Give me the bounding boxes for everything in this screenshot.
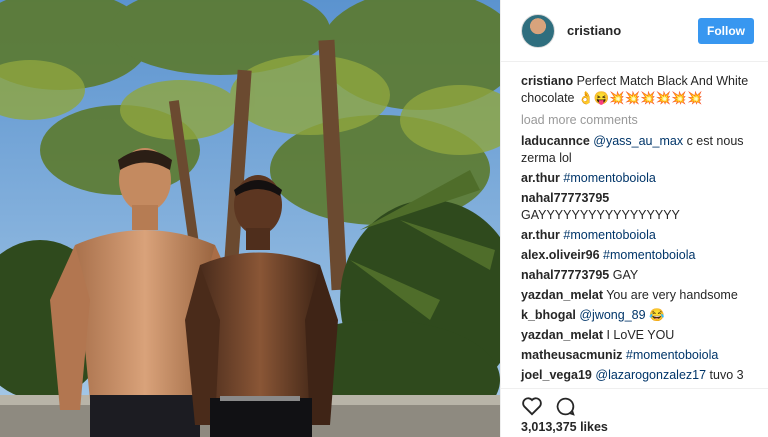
username[interactable]: cristiano (567, 23, 698, 38)
likes-count[interactable]: 3,013,375 likes (521, 420, 749, 434)
heart-icon[interactable] (521, 396, 543, 416)
comment-username[interactable]: alex.oliveir96 (521, 248, 600, 262)
action-icons (521, 389, 749, 419)
load-more-comments-link[interactable]: load more comments (521, 112, 752, 129)
comment-username[interactable]: yazdan_melat (521, 328, 603, 342)
comment: yazdan_melat You are very handsome (521, 287, 752, 304)
comment: laducannce @yass_au_max c est nous zerma… (521, 133, 752, 167)
post-actions: 3,013,375 likes (501, 388, 768, 437)
comment-username[interactable]: k_bhogal (521, 308, 576, 322)
comment-mention[interactable]: @yass_au_max (593, 134, 683, 148)
comment-text: I LoVE YOU (606, 328, 675, 342)
comment-bubble-icon[interactable] (555, 396, 576, 417)
comment-mention[interactable]: @lazarogonzalez17 (595, 368, 706, 382)
post-header: cristiano Follow (501, 0, 768, 62)
comment-hashtag[interactable]: #momentoboiola (563, 228, 655, 242)
post-photo[interactable] (0, 0, 500, 437)
comment-text: 😂 (645, 308, 665, 322)
comments-list: cristiano Perfect Match Black And White … (501, 62, 768, 382)
comment-username[interactable]: ar.thur (521, 171, 560, 185)
caption: cristiano Perfect Match Black And White … (521, 73, 752, 107)
comment: k_bhogal @jwong_89 😂 (521, 307, 752, 324)
comment-text: GAY (612, 268, 639, 282)
comment: yazdan_melat I LoVE YOU (521, 327, 752, 344)
comment-text: GAYYYYYYYYYYYYYYYYY (521, 208, 680, 222)
follow-button[interactable]: Follow (698, 17, 754, 44)
caption-emojis: 👌😝💥💥💥💥💥💥 (578, 91, 703, 105)
comment-username[interactable]: yazdan_melat (521, 288, 603, 302)
comment: ar.thur #momentoboiola (521, 227, 752, 244)
caption-username[interactable]: cristiano (521, 74, 573, 88)
comment: nahal77773795 GAYYYYYYYYYYYYYYYYY (521, 190, 752, 224)
avatar[interactable] (521, 13, 555, 48)
post-side-panel: cristiano Follow cristiano Perfect Match… (500, 0, 768, 437)
comment-text: You are very handsome (606, 288, 738, 302)
comment-hashtag[interactable]: #momentoboiola (603, 248, 695, 262)
comment: joel_vega19 @lazarogonzalez17 tuvo 3 mil… (521, 367, 752, 382)
comment: ar.thur #momentoboiola (521, 170, 752, 187)
comment-hashtag[interactable]: #momentoboiola (626, 348, 718, 362)
comment-username[interactable]: nahal77773795 (521, 268, 609, 282)
comment-hashtag[interactable]: #momentoboiola (563, 171, 655, 185)
comment: alex.oliveir96 #momentoboiola (521, 247, 752, 264)
comment-username[interactable]: laducannce (521, 134, 590, 148)
comment-username[interactable]: ar.thur (521, 228, 560, 242)
photo-scene (0, 0, 500, 437)
comment-username[interactable]: nahal77773795 (521, 191, 609, 205)
comment-username[interactable]: joel_vega19 (521, 368, 592, 382)
comment-username[interactable]: matheusacmuniz (521, 348, 622, 362)
comment-mention[interactable]: @jwong_89 (579, 308, 645, 322)
comment: nahal77773795 GAY (521, 267, 752, 284)
comment: matheusacmuniz #momentoboiola (521, 347, 752, 364)
